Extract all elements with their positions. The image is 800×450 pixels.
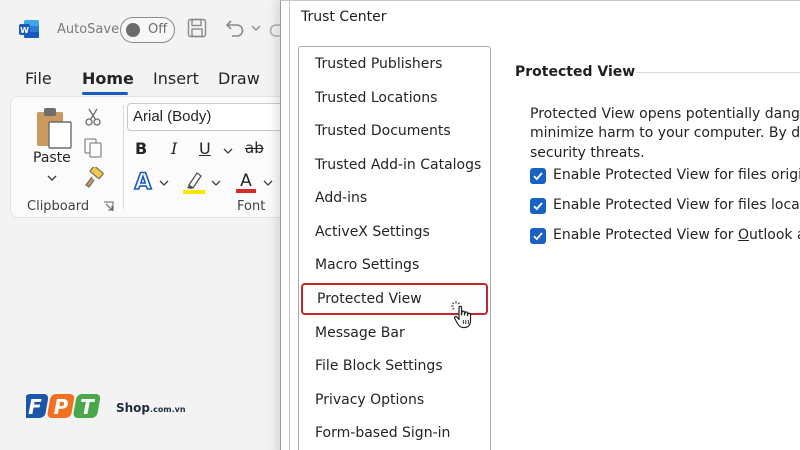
chevron-down-icon[interactable] [46, 173, 58, 183]
section-title: Protected View [515, 64, 636, 80]
word-titlebar: W AutoSave Off [0, 0, 290, 58]
underline-button[interactable]: U [199, 139, 211, 158]
svg-text:A: A [240, 171, 252, 191]
shop-domain: .com.vn [150, 405, 186, 414]
description-line-2: minimize harm to your computer. By disal [530, 125, 800, 141]
checkmark-icon [533, 232, 543, 241]
checkbox-label: Enable Protected View for files located [553, 197, 800, 213]
ribbon-panel: Paste Clipboard Arial (Body) B I U ab A … [10, 96, 307, 218]
chevron-down-icon[interactable] [250, 22, 262, 34]
tab-home[interactable]: Home [82, 69, 134, 88]
fptshop-watermark: F P T Shop.com.vn [26, 388, 216, 424]
italic-button[interactable]: I [171, 139, 177, 158]
description-line-3: security threats. [530, 145, 645, 161]
active-tab-indicator [82, 92, 128, 95]
bold-button[interactable]: B [135, 139, 147, 158]
fpt-logo-icon: F P T [26, 394, 101, 419]
nav-item-trusted-documents[interactable]: Trusted Documents [299, 115, 490, 147]
tab-draw[interactable]: Draw [218, 69, 260, 88]
autosave-state: Off [148, 22, 168, 37]
checkbox-label: Enable Protected View for files originat [553, 167, 800, 183]
nav-item-add-ins[interactable]: Add-ins [299, 182, 490, 214]
checkmark-icon [533, 202, 543, 211]
svg-text:A: A [134, 170, 151, 193]
nav-item-form-based-sign-in[interactable]: Form-based Sign-in [299, 417, 490, 449]
font-name-value: Arial (Body) [133, 108, 212, 125]
group-divider [123, 105, 124, 209]
nav-item-trusted-publishers[interactable]: Trusted Publishers [299, 48, 490, 80]
nav-item-activex-settings[interactable]: ActiveX Settings [299, 216, 490, 248]
font-color-icon[interactable]: A [233, 169, 259, 195]
autosave-toggle[interactable]: Off [120, 17, 175, 43]
hand-cursor-icon [451, 301, 472, 329]
paste-icon[interactable] [35, 106, 73, 150]
copy-icon[interactable] [83, 137, 103, 159]
chevron-down-icon[interactable] [263, 179, 273, 187]
format-painter-icon[interactable] [83, 167, 105, 189]
label-part: utlook atta [749, 227, 800, 243]
access-key: O [737, 227, 749, 243]
checkbox-label: Enable Protected View for Outlook atta [553, 227, 800, 243]
chevron-down-icon[interactable] [159, 179, 169, 187]
undo-icon[interactable] [222, 17, 246, 39]
shop-name: Shop [116, 401, 151, 415]
tab-file[interactable]: File [25, 69, 52, 88]
section-divider [636, 72, 800, 73]
paste-label: Paste [33, 150, 71, 166]
nav-item-trusted-locations[interactable]: Trusted Locations [299, 82, 490, 114]
nav-item-trusted-add-in-catalogs[interactable]: Trusted Add-in Catalogs [299, 149, 490, 181]
text-effects-icon[interactable]: A [131, 169, 155, 193]
nav-item-macro-settings[interactable]: Macro Settings [299, 249, 490, 281]
checkbox[interactable] [530, 168, 546, 184]
chevron-down-icon[interactable] [211, 179, 221, 187]
trust-center-nav: Trusted Publishers Trusted Locations Tru… [298, 46, 491, 450]
checkbox-unsafe-locations[interactable]: Enable Protected View for files located [530, 197, 800, 217]
dialog-title: Trust Center [301, 9, 387, 25]
nav-item-privacy-options[interactable]: Privacy Options [299, 384, 490, 416]
ribbon-tabs: File Home Insert Draw [0, 64, 290, 95]
tab-insert[interactable]: Insert [153, 69, 199, 88]
checkbox[interactable] [530, 198, 546, 214]
clipboard-group-label: Clipboard [27, 199, 90, 214]
toggle-knob [126, 23, 140, 37]
brand-letter-p: P [54, 395, 69, 419]
cut-icon[interactable] [83, 107, 103, 127]
description-line-1: Protected View opens potentially dangero… [530, 106, 800, 122]
autosave-label: AutoSave [57, 22, 120, 37]
shop-text: Shop.com.vn [116, 401, 186, 415]
svg-text:W: W [20, 26, 29, 35]
word-app-icon: W [19, 20, 39, 38]
brand-letter-t: T [80, 395, 95, 419]
highlighter-icon[interactable] [181, 169, 207, 195]
brand-letter-f: F [28, 395, 42, 419]
checkmark-icon [533, 172, 543, 181]
checkbox[interactable] [530, 228, 546, 244]
checkbox-internet-files[interactable]: Enable Protected View for files originat [530, 167, 800, 187]
checkbox-outlook-attachments[interactable]: Enable Protected View for Outlook atta [530, 227, 800, 247]
chevron-down-icon[interactable] [223, 147, 233, 155]
font-group-label: Font [237, 199, 266, 214]
strikethrough-button[interactable]: ab [245, 139, 264, 157]
dialog-launcher-icon[interactable] [103, 201, 114, 212]
label-part: Enable Protected View for [553, 227, 738, 243]
nav-item-file-block-settings[interactable]: File Block Settings [299, 350, 490, 382]
save-icon[interactable] [186, 17, 208, 39]
